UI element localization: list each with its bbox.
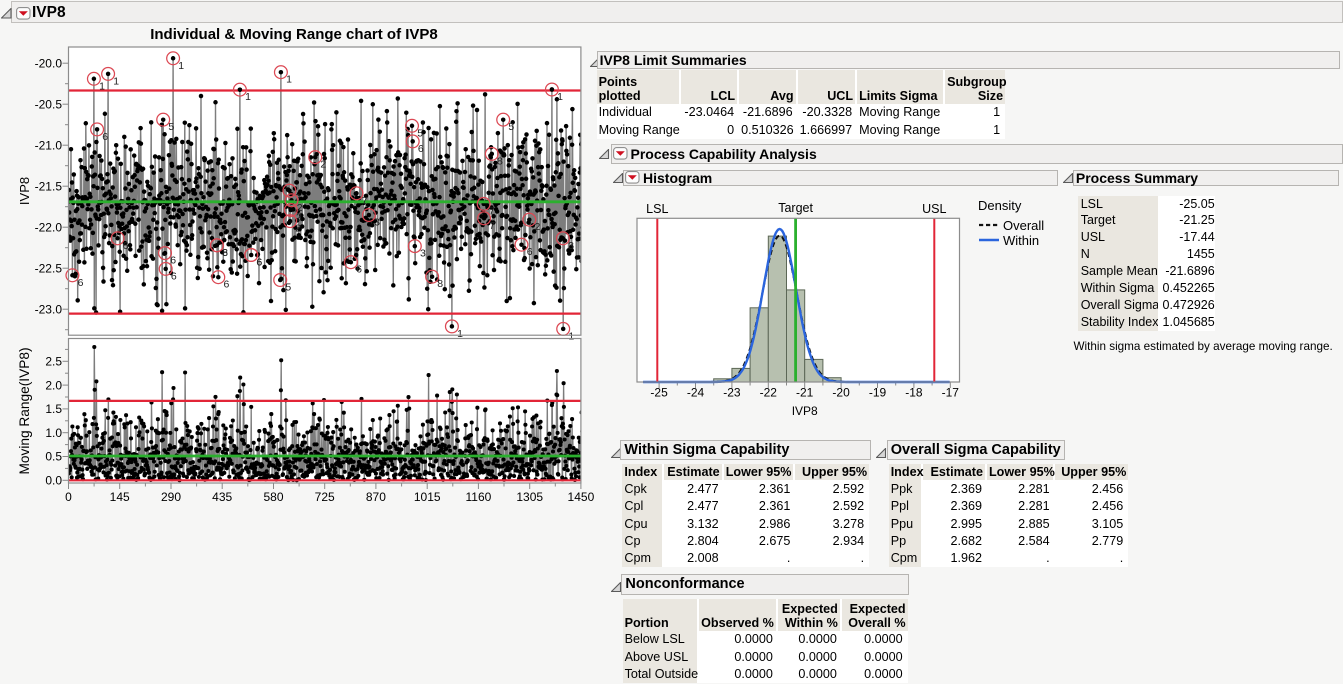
svg-text:6: 6: [356, 264, 362, 276]
svg-text:2: 2: [320, 159, 326, 171]
svg-text:1: 1: [99, 80, 105, 92]
svg-text:1160: 1160: [465, 490, 491, 504]
svg-text:-22.5: -22.5: [35, 261, 63, 275]
svg-text:1: 1: [568, 330, 574, 342]
svg-text:1: 1: [557, 91, 563, 103]
svg-text:6: 6: [102, 131, 108, 143]
svg-text:-23.0: -23.0: [35, 302, 63, 316]
svg-text:-18: -18: [905, 386, 923, 400]
svg-text:580: 580: [263, 490, 283, 504]
svg-text:3: 3: [568, 240, 574, 252]
svg-text:5: 5: [168, 121, 174, 133]
svg-text:2.0: 2.0: [45, 378, 62, 392]
svg-text:6: 6: [256, 257, 262, 269]
svg-text:6: 6: [171, 270, 177, 282]
svg-text:6: 6: [78, 277, 84, 289]
svg-text:3: 3: [420, 248, 426, 260]
svg-text:2: 2: [535, 221, 541, 233]
svg-text:-17: -17: [942, 386, 960, 400]
svg-text:-21: -21: [796, 386, 814, 400]
svg-text:5: 5: [285, 282, 291, 294]
svg-text:3: 3: [374, 217, 380, 229]
svg-text:-22.0: -22.0: [35, 220, 63, 234]
svg-text:1.5: 1.5: [45, 402, 62, 416]
svg-text:6: 6: [222, 247, 228, 259]
svg-text:-24: -24: [687, 386, 705, 400]
svg-text:8: 8: [497, 155, 503, 167]
svg-text:-19: -19: [869, 386, 887, 400]
svg-text:8: 8: [437, 278, 443, 290]
svg-text:6: 6: [527, 246, 533, 258]
svg-text:7: 7: [489, 220, 495, 232]
svg-text:-23: -23: [723, 386, 741, 400]
svg-text:725: 725: [315, 490, 335, 504]
svg-text:1015: 1015: [414, 490, 441, 504]
svg-text:-20: -20: [832, 386, 850, 400]
svg-text:2: 2: [295, 223, 301, 235]
svg-text:435: 435: [212, 490, 232, 504]
svg-text:5: 5: [508, 121, 514, 133]
svg-text:1305: 1305: [516, 490, 543, 504]
svg-text:Moving Range(IVP8): Moving Range(IVP8): [17, 347, 32, 474]
svg-text:1: 1: [178, 60, 184, 72]
svg-text:IVP8: IVP8: [17, 177, 32, 205]
svg-text:Individual & Moving Range char: Individual & Moving Range chart of IVP8: [150, 26, 438, 43]
svg-text:-20.5: -20.5: [35, 97, 63, 111]
svg-text:145: 145: [110, 490, 130, 504]
svg-text:0.0: 0.0: [45, 474, 62, 488]
svg-text:-21.5: -21.5: [35, 179, 63, 193]
svg-text:1: 1: [245, 91, 251, 103]
svg-text:USL: USL: [922, 202, 946, 216]
svg-text:6: 6: [224, 279, 230, 291]
svg-text:LSL: LSL: [646, 202, 668, 216]
svg-text:-25: -25: [650, 386, 668, 400]
svg-text:7: 7: [362, 195, 368, 207]
svg-text:1450: 1450: [568, 490, 595, 504]
svg-text:0.5: 0.5: [45, 450, 62, 464]
svg-text:1: 1: [286, 74, 292, 86]
svg-text:6: 6: [418, 143, 424, 155]
svg-text:-20.0: -20.0: [35, 56, 63, 70]
svg-text:1.0: 1.0: [45, 426, 62, 440]
svg-text:870: 870: [366, 490, 386, 504]
svg-text:290: 290: [161, 490, 181, 504]
svg-text:Target: Target: [778, 201, 813, 215]
svg-text:6: 6: [123, 240, 129, 252]
svg-text:0: 0: [65, 490, 72, 504]
svg-text:-22: -22: [760, 386, 778, 400]
svg-text:2.5: 2.5: [45, 355, 62, 369]
svg-text:1: 1: [113, 75, 119, 87]
svg-text:-21.0: -21.0: [35, 138, 63, 152]
svg-text:IVP8: IVP8: [792, 404, 818, 418]
